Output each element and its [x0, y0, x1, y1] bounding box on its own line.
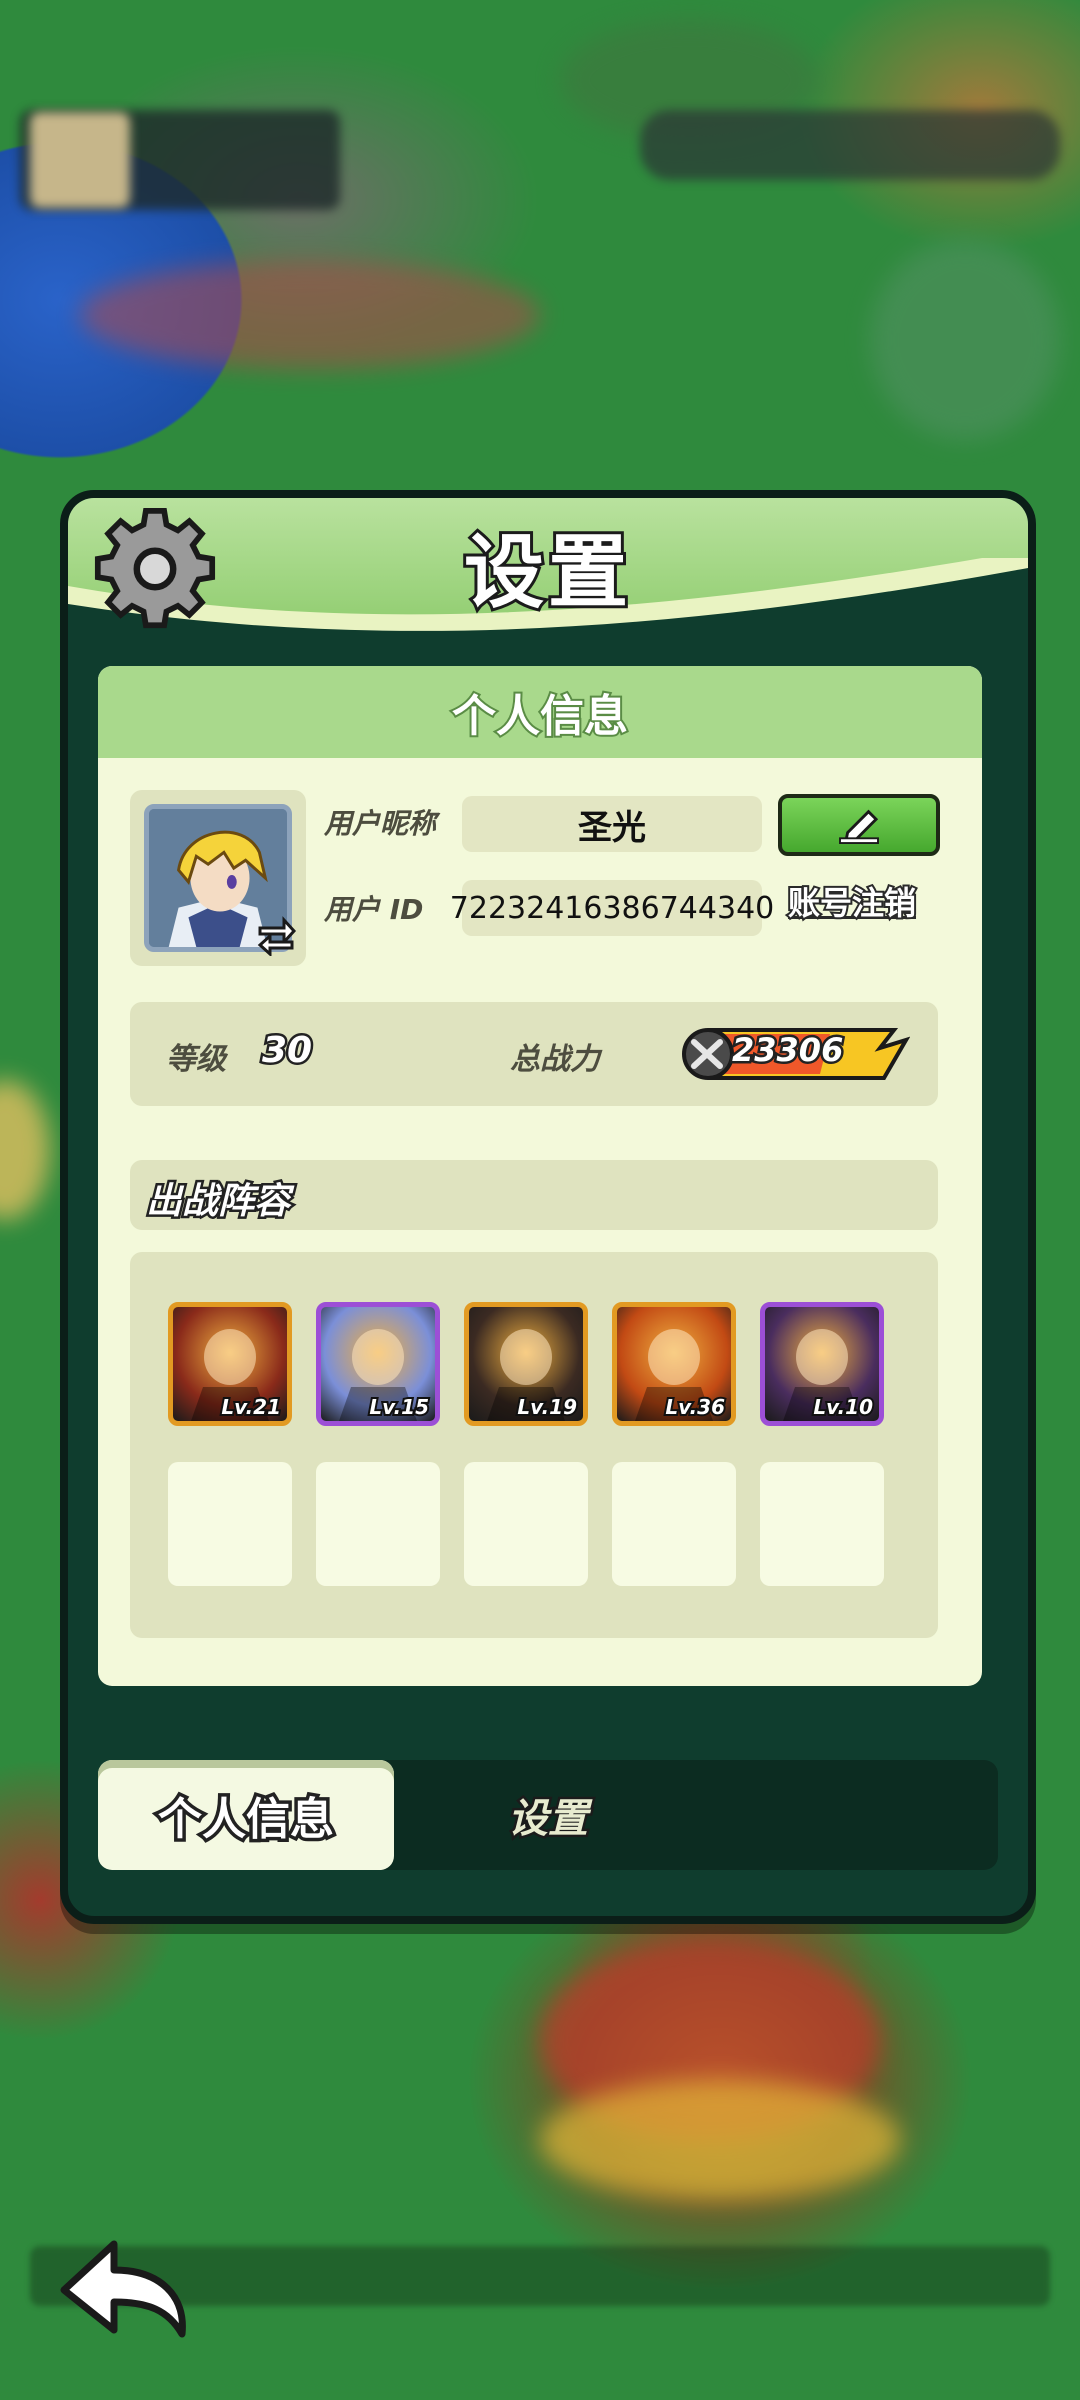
account-delete-link[interactable]: 账号注销	[786, 878, 918, 924]
hero-card[interactable]: Lv.21	[168, 1302, 292, 1426]
back-arrow-icon[interactable]	[56, 2232, 196, 2342]
hero-card[interactable]: Lv.10	[760, 1302, 884, 1426]
pencil-icon	[839, 809, 879, 844]
game-screen: 设置 个人信息 用户昵称 圣光 用户 ID 72232416386744340 …	[0, 0, 1080, 2400]
hero-level: Lv.10	[811, 1393, 875, 1421]
tab-settings[interactable]: 设置	[458, 1760, 638, 1870]
hero-level: Lv.15	[367, 1393, 431, 1421]
user-id-value: 72232416386744340	[450, 880, 774, 936]
bg-minimap	[870, 240, 1060, 440]
bg-gold-pile	[540, 2080, 900, 2200]
empty-hero-slot[interactable]	[760, 1462, 884, 1586]
hero-card[interactable]: Lv.15	[316, 1302, 440, 1426]
power-value: 23306	[729, 1029, 845, 1072]
empty-hero-slot[interactable]	[168, 1462, 292, 1586]
panel-title: 设置	[461, 523, 632, 622]
hero-card[interactable]: Lv.19	[464, 1302, 588, 1426]
hero-level: Lv.36	[663, 1393, 727, 1421]
settings-panel: 设置 个人信息 用户昵称 圣光 用户 ID 72232416386744340 …	[60, 490, 1036, 1924]
level-value: 30	[259, 1028, 314, 1074]
lineup-title-bar: 出战阵容	[130, 1160, 938, 1230]
lineup-title: 出战阵容	[143, 1179, 292, 1225]
hud-resources	[640, 110, 1060, 180]
empty-hero-slot[interactable]	[464, 1462, 588, 1586]
hero-level: Lv.21	[219, 1393, 283, 1421]
tabs-bar: 个人信息 设置	[98, 1760, 998, 1870]
edit-nickname-button[interactable]	[778, 794, 940, 856]
profile-card: 个人信息 用户昵称 圣光 用户 ID 72232416386744340 账号注…	[98, 666, 982, 1686]
empty-hero-slot[interactable]	[316, 1462, 440, 1586]
tab-personal-info[interactable]: 个人信息	[98, 1760, 394, 1870]
power-label: 总战力	[510, 1042, 600, 1077]
lineup-box: Lv.21 Lv.15 Lv.19 Lv.36 Lv.10	[130, 1252, 938, 1638]
bg-side-button	[0, 1080, 50, 1220]
section-header: 个人信息	[98, 666, 982, 758]
hud-avatar	[30, 112, 130, 208]
user-id-label: 用户 ID	[324, 893, 424, 926]
bg-characters	[80, 260, 540, 370]
nickname-label: 用户昵称	[324, 807, 437, 840]
panel-header: 设置	[68, 498, 1028, 658]
hero-card[interactable]: Lv.36	[612, 1302, 736, 1426]
empty-hero-slot[interactable]	[612, 1462, 736, 1586]
nickname-value: 圣光	[462, 796, 762, 852]
swap-arrows-icon[interactable]	[254, 912, 298, 956]
stats-bar: 等级 30 总战力 23306	[130, 1002, 938, 1106]
hero-level: Lv.19	[515, 1393, 579, 1421]
avatar-frame[interactable]	[130, 790, 306, 966]
level-label: 等级	[166, 1042, 226, 1077]
